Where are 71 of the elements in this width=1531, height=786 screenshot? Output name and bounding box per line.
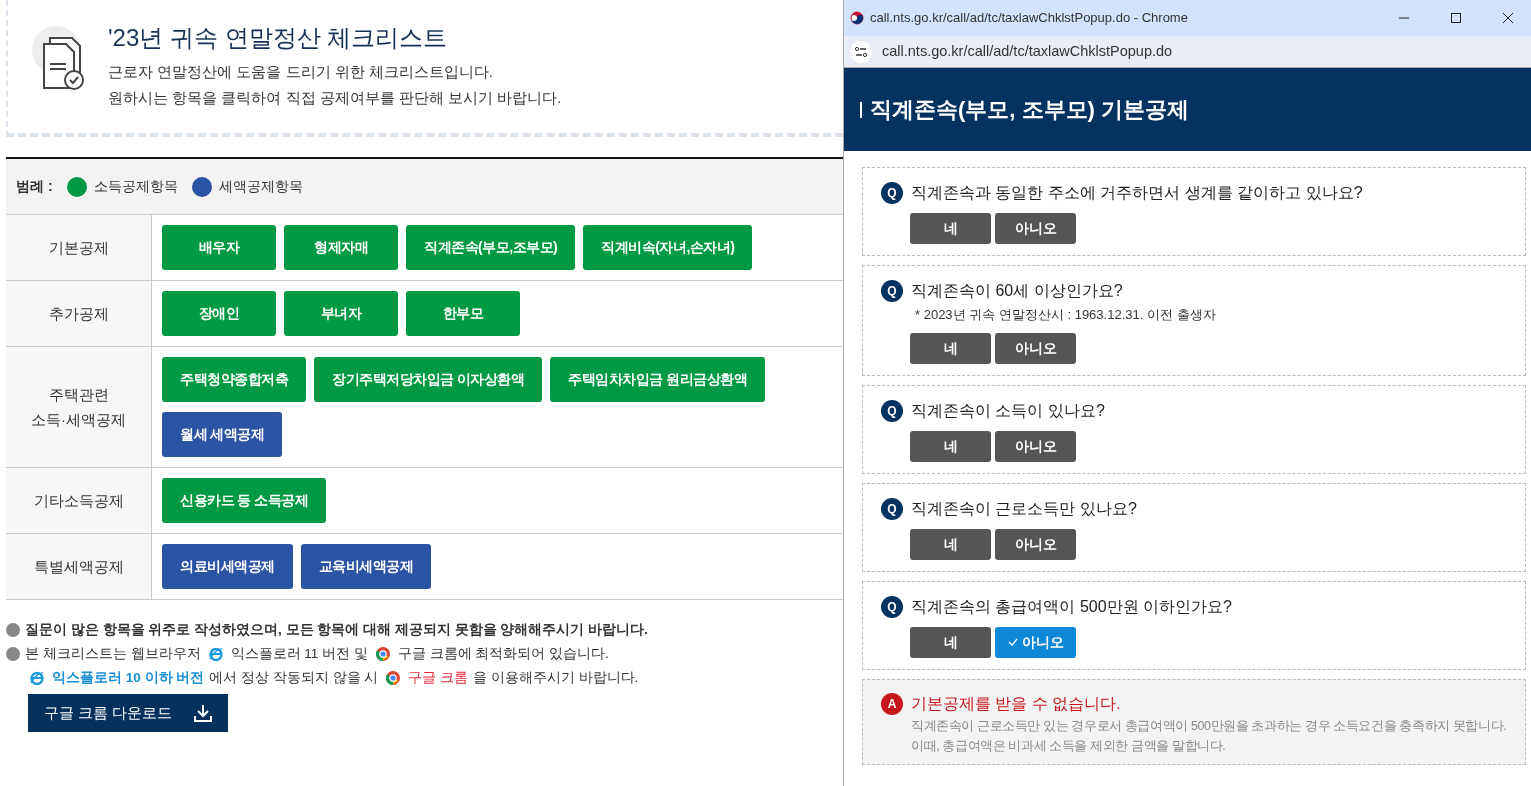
window-title: call.nts.go.kr/call/ad/tc/taxlawChklstPopup.do - Chrome — [870, 9, 1189, 28]
checklist-button[interactable]: 직계비속(자녀,손자녀) — [583, 225, 753, 271]
notice-text: 익스플로러 11 버전 및 — [230, 645, 368, 664]
checklist-button[interactable]: 한부모 — [406, 291, 520, 337]
chrome-link[interactable]: 구글 크롬 — [408, 668, 469, 689]
download-icon — [194, 704, 213, 723]
category-label: 추가공제 — [6, 281, 152, 347]
answer-button[interactable]: 네 — [910, 528, 991, 560]
question-icon: Q — [881, 182, 903, 204]
description-text: 근로자 연말정산에 도움을 드리기 위한 체크리스트입니다. — [108, 61, 494, 82]
answer-button[interactable]: 네 — [910, 213, 991, 244]
notice-text: 구글 크롬에 최적화되어 있습니다. — [397, 645, 609, 664]
question-text: 직계존속의 총급여액이 500만원 이하인가요? — [911, 596, 1232, 617]
category-label: 특별세액공제 — [6, 534, 152, 600]
site-settings-icon[interactable] — [850, 40, 872, 63]
question-text: 직계존속과 동일한 주소에 거주하면서 생계를 같이하고 있나요? — [911, 183, 1363, 203]
check-icon — [1007, 638, 1018, 646]
question-text: 직계존속이 60세 이상인가요? — [911, 281, 1123, 301]
question-note: * 2023년 귀속 연말정산시 : 1963.12.31. 이전 출생자 — [915, 306, 1217, 324]
checklist-button[interactable]: 형제자매 — [284, 225, 398, 271]
checklist-button[interactable]: 장기주택저당차입금 이자상환액 — [314, 357, 543, 403]
answer-button[interactable]: 네 — [910, 626, 991, 658]
checklist-button[interactable]: 배우자 — [162, 225, 276, 271]
chrome-icon — [374, 646, 391, 663]
emblem-icon — [850, 11, 864, 25]
question-icon: Q — [881, 595, 903, 618]
close-icon[interactable] — [1501, 11, 1515, 25]
answer-button[interactable]: 아니오 — [995, 528, 1076, 560]
ie-icon — [29, 670, 45, 687]
answer-button[interactable]: 네 — [910, 332, 991, 364]
checklist-button[interactable]: 부녀자 — [284, 291, 398, 337]
category-label: 주택관련 소득·세액공제 — [6, 347, 152, 468]
checklist-button[interactable]: 월세 세액공제 — [162, 412, 283, 458]
result-text: 이때, 총급여액은 비과세 소득을 제외한 금액을 말합니다. — [911, 737, 1227, 755]
page-title: '23년 귀속 연말정산 체크리스트 — [108, 24, 449, 53]
download-button[interactable]: 구글 크롬 다운로드 — [28, 694, 229, 733]
checklist-button[interactable]: 주택임차차입금 원리금상환액 — [550, 357, 766, 403]
answer-button[interactable]: 아니오 — [995, 626, 1076, 658]
legend-text: 소득공제항목 — [93, 177, 178, 197]
maximize-icon[interactable] — [1449, 11, 1463, 25]
question-icon: Q — [881, 399, 903, 422]
popup-heading: 직계존속(부모, 조부모) 기본공제 — [870, 96, 1189, 124]
result-text: 직계존속이 근로소득만 있는 경우로서 총급여액이 500만원을 초과하는 경우 소득요건을 충족하지 못합니다. — [911, 717, 1508, 735]
notice-text: 질문이 많은 항목을 위주로 작성하였으며, 모든 항목에 대해 제공되지 못함을 양해해주시기 바랍니다. — [25, 621, 648, 640]
checklist-button[interactable]: 장애인 — [162, 291, 276, 337]
notice-text: 에서 정상 작동되지 않을 시 — [209, 669, 379, 688]
question-icon: Q — [881, 280, 903, 302]
category-label: 기본공제 — [6, 215, 152, 281]
answer-icon: A — [881, 692, 903, 715]
checklist-button[interactable]: 직계존속(부모,조부모) — [406, 225, 576, 271]
question-icon: Q — [881, 497, 903, 520]
ie-icon — [207, 646, 224, 663]
answer-button[interactable]: 아니오 — [995, 430, 1076, 462]
ie-link[interactable]: 익스플로러 10 이하 버전 — [52, 668, 205, 689]
answer-button[interactable]: 네 — [910, 430, 991, 462]
checklist-button[interactable]: 주택청약종합저축 — [162, 357, 306, 403]
question-text: 직계존속이 근로소득만 있나요? — [911, 498, 1137, 519]
checklist-button[interactable]: 신용카드 등 소득공제 — [162, 478, 327, 524]
question-text: 직계존속이 소득이 있나요? — [911, 400, 1105, 421]
notice-text: 본 체크리스트는 웹브라우저 — [25, 645, 201, 664]
notice-text: 을 이용해주시기 바랍니다. — [473, 669, 639, 688]
legend-text: 세액공제항목 — [218, 177, 303, 197]
legend-label: 범례 : — [16, 177, 53, 197]
result-title: 기본공제를 받을 수 없습니다. — [911, 693, 1121, 714]
category-label: 기타소득공제 — [6, 468, 152, 534]
checklist-button[interactable]: 교육비세액공제 — [300, 544, 431, 590]
checklist-button[interactable]: 의료비세액공제 — [162, 544, 293, 590]
answer-button[interactable]: 아니오 — [995, 213, 1076, 244]
answer-button[interactable]: 아니오 — [995, 332, 1076, 364]
chrome-icon — [385, 670, 402, 687]
description-text: 원하시는 항목을 클릭하여 직접 공제여부를 판단해 보시기 바랍니다. — [108, 88, 562, 109]
